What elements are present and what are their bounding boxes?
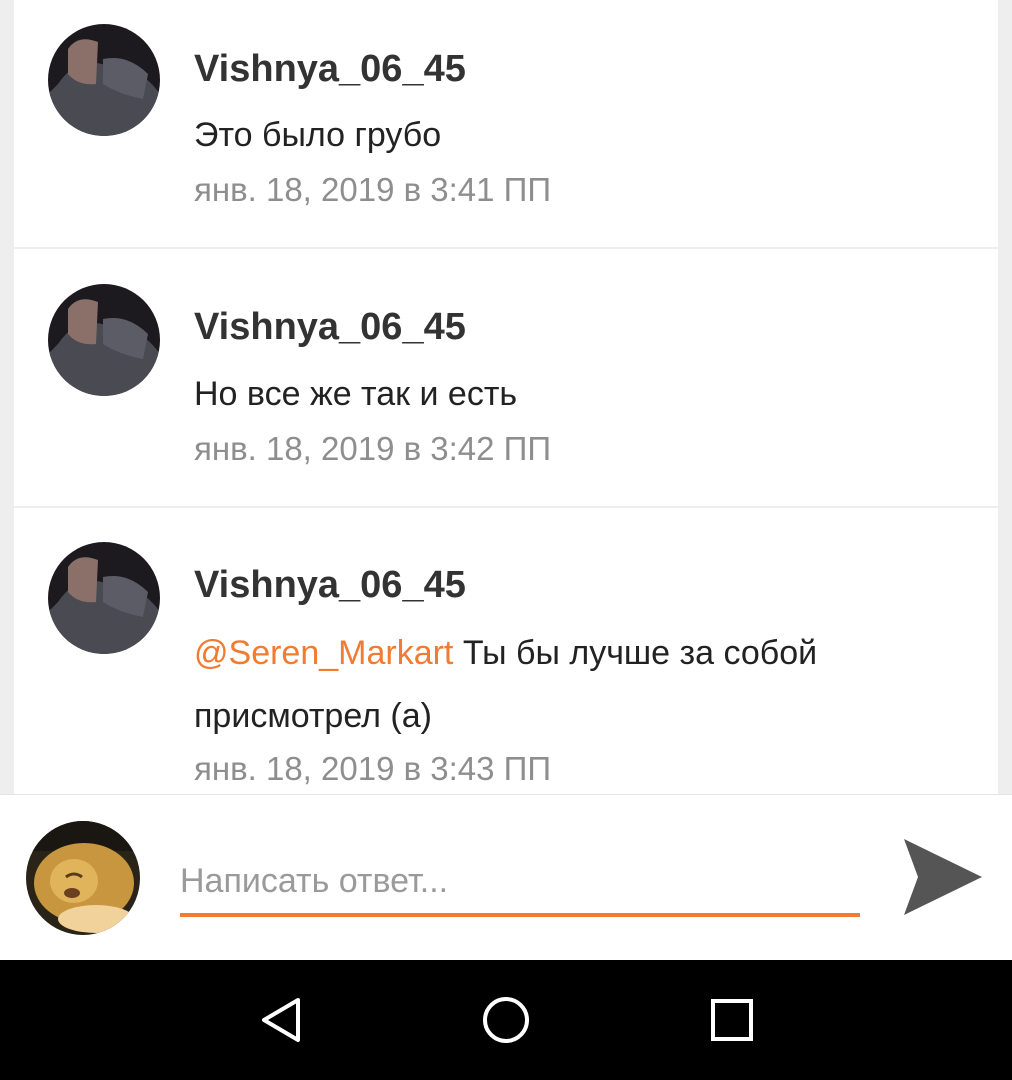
recents-button[interactable] — [702, 990, 762, 1050]
comment-text: Это было грубо — [194, 104, 954, 167]
comment-item: Vishnya_06_45 Но все же так и есть янв. … — [14, 249, 998, 506]
home-button[interactable] — [476, 990, 536, 1050]
comment-text: @Seren_Markart Ты бы лучше за собой прис… — [194, 622, 954, 748]
user-avatar[interactable] — [48, 284, 160, 396]
reply-bar — [0, 794, 1012, 961]
comment-author[interactable]: Vishnya_06_45 — [194, 306, 466, 349]
back-button[interactable] — [252, 990, 312, 1050]
comment-author[interactable]: Vishnya_06_45 — [194, 564, 466, 607]
my-avatar[interactable] — [26, 821, 140, 935]
send-button[interactable] — [898, 835, 988, 919]
back-icon — [262, 998, 300, 1042]
home-icon — [483, 997, 529, 1043]
user-avatar[interactable] — [48, 24, 160, 136]
recents-icon — [711, 999, 753, 1041]
system-nav-bar — [0, 960, 1012, 1080]
comment-author[interactable]: Vishnya_06_45 — [194, 48, 466, 91]
comment-timestamp: янв. 18, 2019 в 3:42 ПП — [194, 430, 552, 467]
user-avatar[interactable] — [48, 542, 160, 654]
comment-item: Vishnya_06_45 Это было грубо янв. 18, 20… — [14, 0, 998, 247]
comment-body: Но все же так и есть — [194, 375, 518, 413]
comment-item: Vishnya_06_45 @Seren_Markart Ты бы лучше… — [14, 508, 998, 794]
comment-timestamp: янв. 18, 2019 в 3:41 ПП — [194, 171, 552, 208]
comment-text: Но все же так и есть — [194, 363, 954, 426]
comment-feed: Vishnya_06_45 Это было грубо янв. 18, 20… — [0, 0, 1012, 794]
send-icon — [904, 839, 982, 915]
comment-mention[interactable]: @Seren_Markart — [194, 634, 453, 672]
reply-input[interactable] — [180, 849, 860, 917]
comment-body: Это было грубо — [194, 116, 442, 154]
comment-timestamp: янв. 18, 2019 в 3:43 ПП — [194, 750, 552, 787]
